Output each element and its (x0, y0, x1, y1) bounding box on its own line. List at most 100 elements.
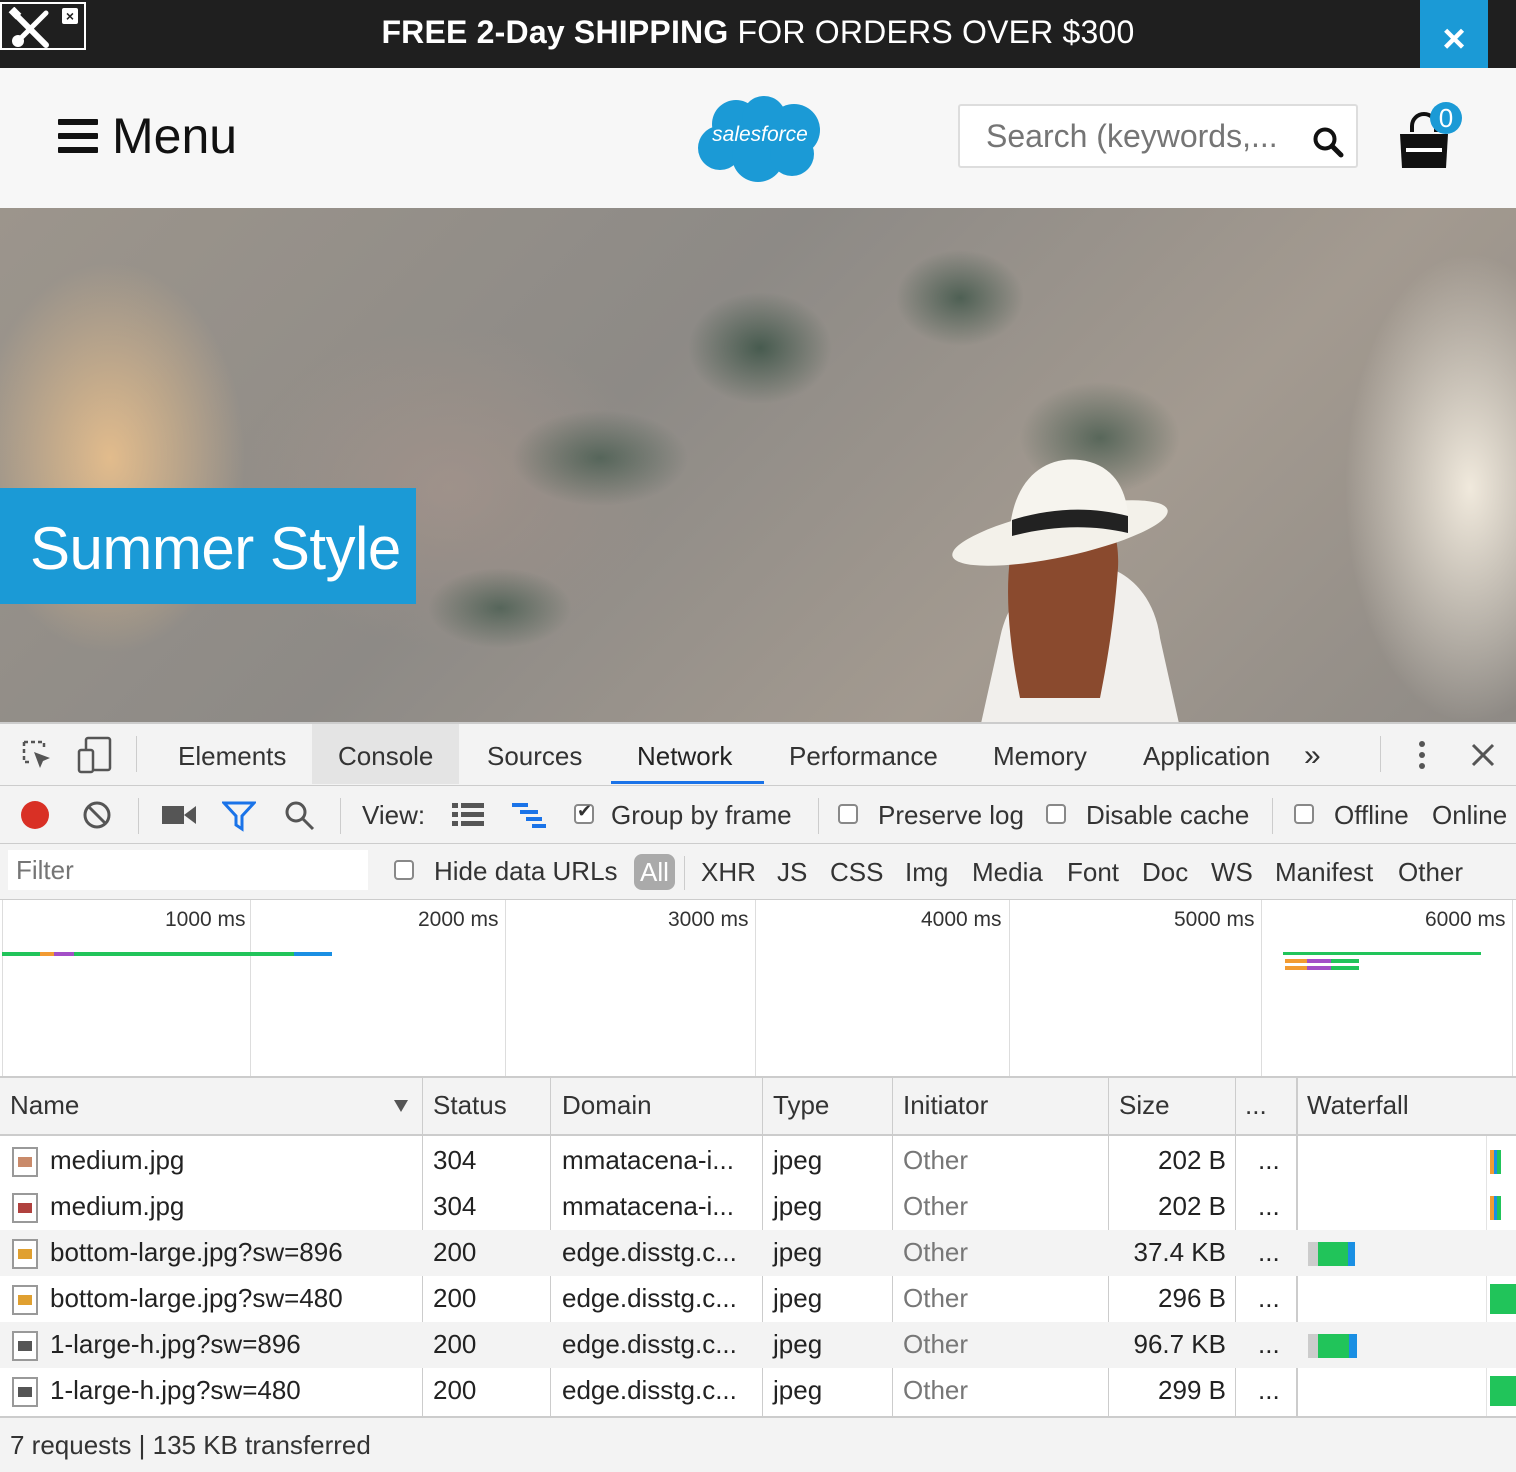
promo-close-button[interactable]: × (1420, 0, 1488, 68)
group-by-frame-checkbox[interactable] (574, 801, 594, 824)
tab-application[interactable]: Application (1117, 724, 1296, 784)
overview-bar (1285, 959, 1307, 963)
table-row[interactable]: 1-large-h.jpg?sw=896 200 edge.disstg.c..… (0, 1322, 1516, 1368)
hero-image: Summer Style (0, 208, 1516, 722)
type-filter-ws[interactable]: WS (1211, 854, 1253, 890)
sort-descending-icon (394, 1100, 408, 1112)
request-initiator: Other (903, 1191, 969, 1221)
overview-waterfall-icon[interactable] (512, 802, 548, 828)
tab-separator (136, 736, 137, 772)
overview-gridline (250, 900, 251, 1076)
request-summary: 7 requests | 135 KB transferred (10, 1430, 371, 1460)
image-file-icon (12, 1147, 38, 1177)
image-file-icon (12, 1193, 38, 1223)
record-icon[interactable] (20, 800, 50, 830)
overview-gridline (1512, 900, 1513, 1076)
offline-checkbox[interactable] (1294, 804, 1314, 824)
tab-console[interactable]: Console (312, 724, 460, 784)
type-filter-css[interactable]: CSS (830, 854, 883, 890)
request-name: medium.jpg (50, 1145, 185, 1175)
request-status: 200 (433, 1375, 477, 1405)
salesforce-logo[interactable]: salesforce (696, 94, 824, 184)
overview-gridline (505, 900, 506, 1076)
request-domain: edge.disstg.c... (562, 1375, 737, 1405)
column-header-more[interactable]: ... (1245, 1090, 1267, 1121)
overview-tick-label: 4000 ms (921, 908, 1002, 931)
timeline-overview[interactable]: 1000 ms 2000 ms 3000 ms 4000 ms 5000 ms … (0, 900, 1516, 1078)
type-filter-font[interactable]: Font (1067, 854, 1119, 890)
tab-separator (1380, 736, 1381, 772)
request-status: 304 (433, 1191, 477, 1221)
view-label: View: (362, 800, 426, 830)
filter-input[interactable] (8, 850, 368, 890)
tab-sources[interactable]: Sources (461, 724, 608, 784)
cart-button[interactable]: 0 (1396, 102, 1466, 170)
request-status: 304 (433, 1145, 477, 1175)
type-filter-doc[interactable]: Doc (1142, 854, 1188, 890)
screenshot-camera-icon[interactable] (162, 804, 196, 826)
request-size: 299 B (1158, 1375, 1226, 1405)
column-header-domain[interactable]: Domain (562, 1090, 652, 1121)
clear-icon[interactable] (82, 800, 112, 830)
kebab-menu-icon[interactable] (1412, 738, 1432, 772)
search-input[interactable] (986, 118, 1286, 155)
inspect-element-icon[interactable] (20, 738, 54, 772)
tab-elements[interactable]: Elements (152, 724, 312, 784)
table-row[interactable]: bottom-large.jpg?sw=896 200 edge.disstg.… (0, 1230, 1516, 1276)
tab-network[interactable]: Network (611, 724, 764, 784)
hero-banner[interactable]: Summer Style (0, 488, 416, 604)
type-filter-js[interactable]: JS (777, 854, 807, 890)
overview-bar (2, 952, 40, 956)
column-header-name[interactable]: Name (10, 1090, 79, 1121)
overview-gridline (2, 900, 3, 1076)
request-domain: mmatacena-i... (562, 1191, 734, 1221)
type-filter-all[interactable]: All (634, 854, 675, 890)
close-devtools-icon[interactable] (1470, 742, 1496, 768)
table-row[interactable]: medium.jpg 304 mmatacena-i... jpeg Other… (0, 1184, 1516, 1230)
column-header-waterfall[interactable]: Waterfall (1307, 1090, 1409, 1121)
request-type: jpeg (773, 1237, 823, 1267)
type-filter-media[interactable]: Media (972, 854, 1043, 890)
image-file-icon (12, 1239, 38, 1269)
tab-performance[interactable]: Performance (763, 724, 964, 784)
type-filter-other[interactable]: Other (1398, 854, 1463, 890)
type-filter-img[interactable]: Img (905, 854, 948, 890)
request-initiator: Other (903, 1283, 969, 1313)
large-rows-icon[interactable] (452, 802, 484, 828)
search-icon[interactable] (1312, 126, 1344, 158)
device-toolbar-icon[interactable] (76, 736, 114, 774)
request-type: jpeg (773, 1329, 823, 1359)
type-filter-manifest[interactable]: Manifest (1275, 854, 1373, 890)
menu-button[interactable]: Menu (58, 108, 237, 164)
waterfall-bar (1348, 1242, 1355, 1266)
search-icon[interactable] (284, 800, 316, 832)
overview-tick-label: 3000 ms (668, 908, 749, 931)
filter-bar: Hide data URLs All XHR JS CSS Img Media … (0, 844, 1516, 900)
request-size: 202 B (1158, 1191, 1226, 1221)
site-header: Menu salesforce 0 (0, 68, 1516, 208)
request-domain: mmatacena-i... (562, 1145, 734, 1175)
type-filter-xhr[interactable]: XHR (701, 854, 756, 890)
column-header-status[interactable]: Status (433, 1090, 507, 1121)
table-row[interactable]: medium.jpg 304 mmatacena-i... jpeg Other… (0, 1138, 1516, 1184)
preserve-log-checkbox[interactable] (838, 804, 858, 824)
request-more: ... (1258, 1145, 1280, 1175)
more-tabs-icon[interactable]: » (1294, 724, 1331, 784)
column-header-size[interactable]: Size (1119, 1090, 1170, 1121)
overview-bar (1331, 959, 1359, 963)
promo-bar: × FREE 2-Day SHIPPING FOR ORDERS OVER $3… (0, 0, 1516, 68)
throttling-select[interactable]: Online (1432, 800, 1507, 831)
table-row[interactable]: 1-large-h.jpg?sw=480 200 edge.disstg.c..… (0, 1368, 1516, 1414)
column-header-type[interactable]: Type (773, 1090, 829, 1121)
overview-bar (1285, 966, 1307, 970)
request-more: ... (1258, 1329, 1280, 1359)
promo-message: FREE 2-Day SHIPPING FOR ORDERS OVER $300 (381, 14, 1135, 50)
logo-text: salesforce (712, 123, 808, 146)
hide-data-urls-checkbox[interactable] (394, 860, 414, 880)
table-row[interactable]: bottom-large.jpg?sw=480 200 edge.disstg.… (0, 1276, 1516, 1322)
column-header-initiator[interactable]: Initiator (903, 1090, 988, 1121)
tab-memory[interactable]: Memory (967, 724, 1113, 784)
search-box[interactable] (958, 104, 1358, 168)
disable-cache-checkbox[interactable] (1046, 804, 1066, 824)
filter-funnel-icon[interactable] (222, 800, 256, 832)
